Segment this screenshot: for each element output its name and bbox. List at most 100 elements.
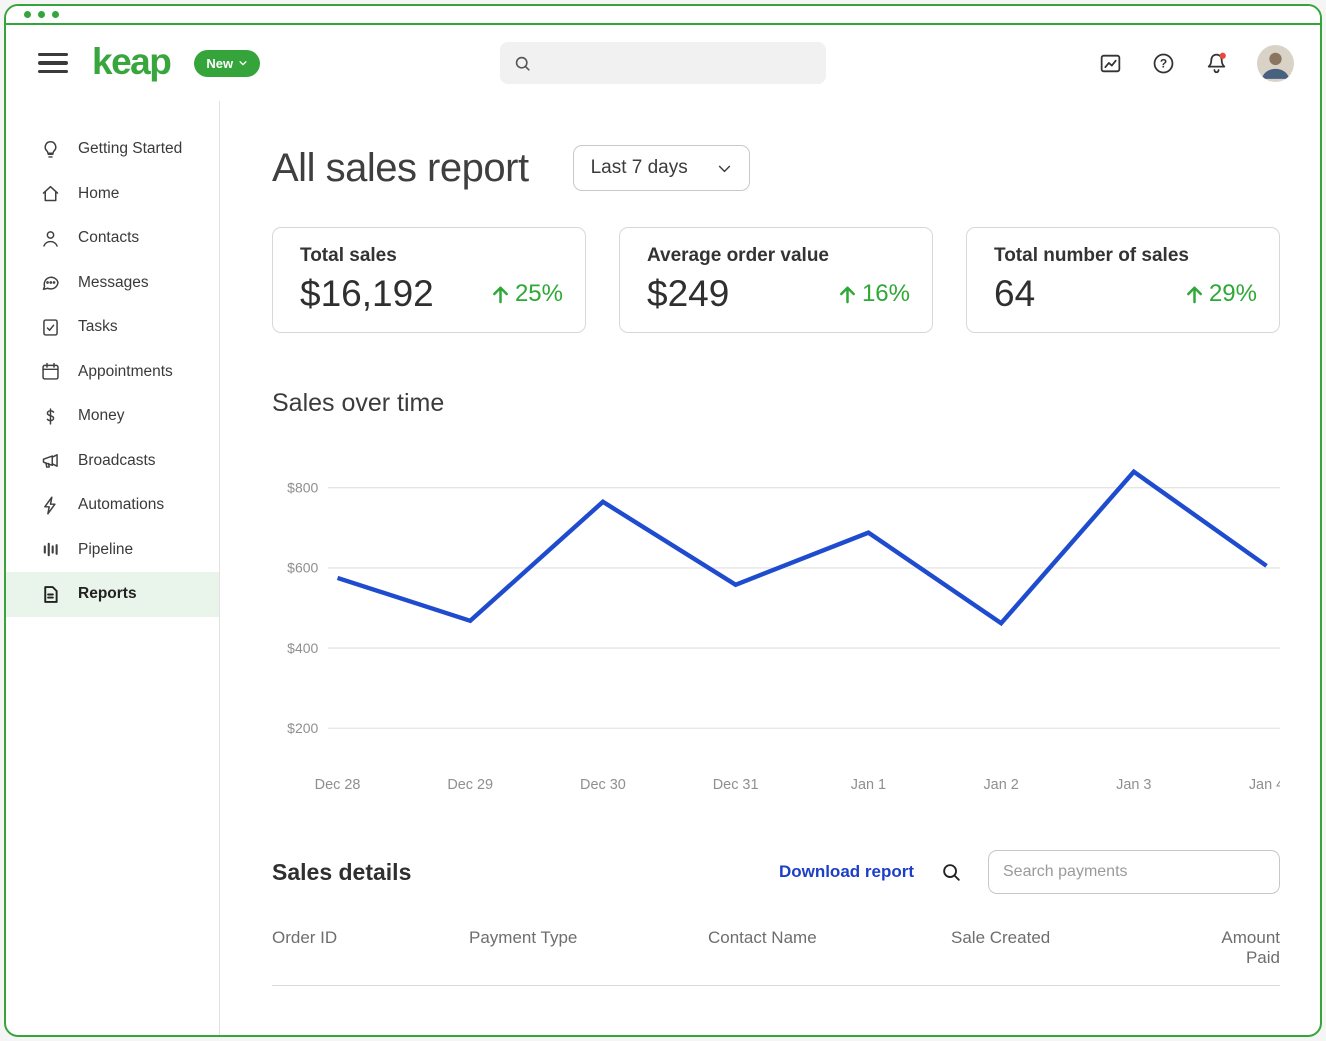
column-order-id: Order ID — [272, 928, 469, 968]
top-navbar: keap New ? — [6, 25, 1320, 101]
screen: keap New ? — [0, 0, 1326, 1041]
up-arrow-icon — [836, 283, 859, 306]
svg-text:$800: $800 — [287, 480, 318, 496]
column-payment-type: Payment Type — [469, 928, 708, 968]
sidebar-item-pipeline[interactable]: Pipeline — [6, 528, 219, 573]
checklist-icon — [40, 317, 61, 338]
global-search[interactable] — [500, 42, 826, 84]
sidebar-item-label: Appointments — [78, 363, 173, 381]
svg-text:Dec 30: Dec 30 — [580, 777, 626, 793]
column-sale-created: Sale Created — [951, 928, 1183, 968]
pipeline-icon — [40, 539, 61, 560]
svg-text:Dec 29: Dec 29 — [447, 777, 493, 793]
global-search-input[interactable] — [541, 54, 813, 72]
lightbulb-icon — [40, 139, 61, 160]
svg-text:$200: $200 — [287, 720, 318, 736]
chat-icon — [40, 272, 61, 293]
sales-table-header: Order ID Payment Type Contact Name Sale … — [272, 928, 1280, 986]
payments-search-icon[interactable] — [940, 861, 962, 883]
stat-change: 29% — [1183, 280, 1257, 308]
chevron-down-icon — [238, 58, 248, 68]
svg-text:Jan 3: Jan 3 — [1116, 777, 1151, 793]
bolt-icon — [40, 495, 61, 516]
report-icon — [40, 584, 61, 605]
main-content: All sales report Last 7 days Total sales… — [220, 101, 1320, 1035]
notifications-icon[interactable] — [1204, 51, 1229, 76]
insights-icon[interactable] — [1098, 51, 1123, 76]
stat-card-total-number-of-sales: Total number of sales 64 29% — [966, 227, 1280, 333]
sidebar: Getting Started Home Contacts Messages T… — [6, 101, 220, 1035]
sidebar-item-reports[interactable]: Reports — [6, 572, 219, 617]
stat-value: $249 — [647, 273, 729, 315]
sales-over-time-chart: $200 $400 $600 $800 Dec 28 Dec 29 Dec 30 Dec 31… — [272, 438, 1280, 802]
sidebar-item-tasks[interactable]: Tasks — [6, 305, 219, 350]
stat-label: Total sales — [300, 245, 563, 267]
svg-text:$400: $400 — [287, 640, 318, 656]
sidebar-item-label: Pipeline — [78, 541, 133, 559]
sidebar-item-messages[interactable]: Messages — [6, 261, 219, 306]
sidebar-item-appointments[interactable]: Appointments — [6, 350, 219, 395]
svg-text:?: ? — [1160, 56, 1167, 70]
new-button[interactable]: New — [194, 50, 260, 77]
sidebar-item-label: Broadcasts — [78, 452, 156, 470]
person-icon — [40, 228, 61, 249]
svg-text:Jan 1: Jan 1 — [851, 777, 886, 793]
download-report-link[interactable]: Download report — [779, 862, 914, 882]
sidebar-item-contacts[interactable]: Contacts — [6, 216, 219, 261]
sidebar-item-label: Tasks — [78, 318, 118, 336]
window-dot — [24, 11, 31, 18]
dollar-icon — [40, 406, 61, 427]
svg-text:Jan 4: Jan 4 — [1249, 777, 1280, 793]
column-contact-name: Contact Name — [708, 928, 951, 968]
sales-details-title: Sales details — [272, 859, 411, 886]
avatar[interactable] — [1257, 45, 1294, 82]
sidebar-item-label: Messages — [78, 274, 149, 292]
window-dot — [52, 11, 59, 18]
payments-search-input[interactable] — [988, 850, 1280, 894]
stat-value: 64 — [994, 273, 1035, 315]
chevron-down-icon — [716, 160, 733, 177]
sidebar-item-label: Contacts — [78, 229, 139, 247]
megaphone-icon — [40, 450, 61, 471]
stat-card-total-sales: Total sales $16,192 25% — [272, 227, 586, 333]
search-icon — [513, 54, 532, 73]
sidebar-item-broadcasts[interactable]: Broadcasts — [6, 439, 219, 484]
sidebar-item-label: Reports — [78, 585, 137, 603]
column-amount-paid: Amount Paid — [1183, 928, 1280, 968]
up-arrow-icon — [489, 283, 512, 306]
date-range-select[interactable]: Last 7 days — [573, 145, 750, 191]
page-title: All sales report — [272, 146, 529, 191]
stat-change: 25% — [489, 280, 563, 308]
sidebar-item-money[interactable]: Money — [6, 394, 219, 439]
stat-value: $16,192 — [300, 273, 434, 315]
svg-text:$600: $600 — [287, 560, 318, 576]
svg-text:Dec 31: Dec 31 — [713, 777, 759, 793]
sidebar-item-home[interactable]: Home — [6, 172, 219, 217]
sidebar-item-automations[interactable]: Automations — [6, 483, 219, 528]
date-range-value: Last 7 days — [591, 157, 688, 179]
sales-details-header: Sales details Download report — [272, 850, 1280, 894]
up-arrow-icon — [1183, 283, 1206, 306]
window-dot — [38, 11, 45, 18]
menu-icon[interactable] — [38, 48, 68, 78]
sidebar-item-label: Getting Started — [78, 140, 182, 158]
svg-text:Dec 28: Dec 28 — [315, 777, 361, 793]
chart-title: Sales over time — [272, 389, 1280, 418]
stat-cards: Total sales $16,192 25% Average order va… — [272, 227, 1280, 333]
stat-label: Total number of sales — [994, 245, 1257, 267]
window-titlebar — [6, 6, 1320, 25]
sidebar-item-label: Money — [78, 407, 125, 425]
help-icon[interactable]: ? — [1151, 51, 1176, 76]
sidebar-item-getting-started[interactable]: Getting Started — [6, 127, 219, 172]
stat-change: 16% — [836, 280, 910, 308]
home-icon — [40, 183, 61, 204]
stat-card-average-order-value: Average order value $249 16% — [619, 227, 933, 333]
app-window: keap New ? — [4, 4, 1322, 1037]
sidebar-item-label: Automations — [78, 496, 164, 514]
new-button-label: New — [206, 56, 233, 71]
sidebar-item-label: Home — [78, 185, 119, 203]
calendar-icon — [40, 361, 61, 382]
svg-text:Jan 2: Jan 2 — [983, 777, 1018, 793]
stat-label: Average order value — [647, 245, 910, 267]
keap-logo: keap — [92, 43, 170, 84]
